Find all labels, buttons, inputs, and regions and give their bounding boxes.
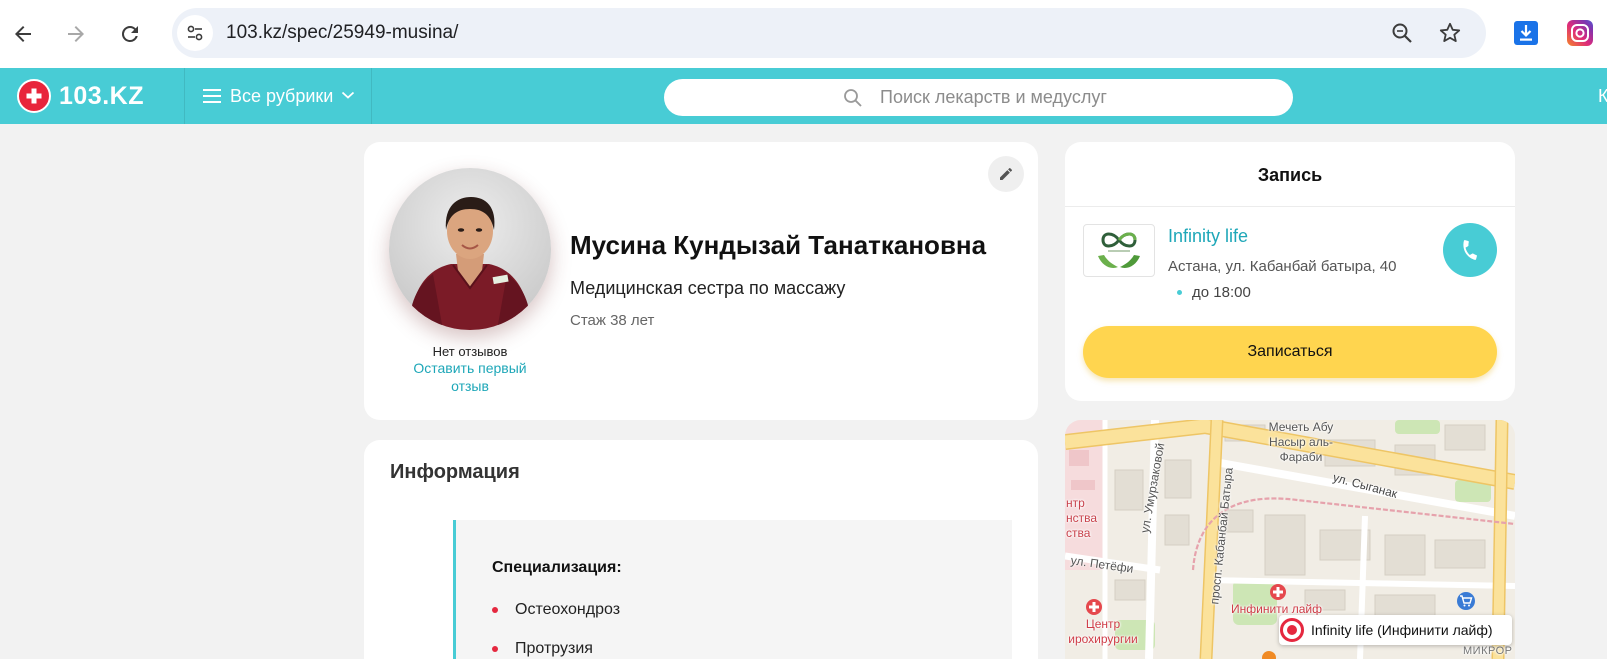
logo-text[interactable]: 103.KZ xyxy=(59,81,144,111)
clinic-logo[interactable] xyxy=(1083,224,1155,277)
list-bullet xyxy=(492,607,498,613)
download-icon[interactable] xyxy=(1514,21,1538,45)
poi-label-line: нтр xyxy=(1066,496,1085,510)
specialization-item: Протрузия xyxy=(515,640,593,657)
info-card: Информация Специализация: Остеохондроз П… xyxy=(364,440,1038,659)
search-placeholder: Поиск лекарств и медуслуг xyxy=(880,87,1107,107)
store-poi-icon[interactable] xyxy=(1457,592,1475,610)
phone-icon xyxy=(1463,240,1477,260)
logo-cross-icon[interactable] xyxy=(17,79,51,113)
site-settings-icon xyxy=(187,25,203,41)
site-settings-button[interactable] xyxy=(177,15,213,51)
chevron-down-icon xyxy=(341,91,355,99)
poi-label-center[interactable]: Центр ирохирургии xyxy=(1065,617,1141,647)
zoom-icon[interactable] xyxy=(1391,22,1413,44)
doctor-experience: Стаж 38 лет xyxy=(570,312,655,329)
booking-divider xyxy=(1065,206,1515,207)
cross-icon xyxy=(26,88,42,104)
poi-label-line: ства xyxy=(1066,526,1091,540)
forward-arrow-icon[interactable] xyxy=(64,22,88,46)
mosque-label-line: Фараби xyxy=(1279,450,1323,464)
clinic-logo-image xyxy=(1098,232,1140,268)
url-text[interactable]: 103.kz/spec/25949-musina/ xyxy=(226,8,458,58)
reload-icon[interactable] xyxy=(118,22,142,46)
star-icon[interactable] xyxy=(1438,21,1462,45)
map-marker-label: Infinity life (Инфинити лайф) xyxy=(1311,622,1493,638)
hospital-poi-icon[interactable] xyxy=(1270,584,1286,600)
map-pin-icon xyxy=(1280,618,1304,642)
pencil-icon xyxy=(1000,167,1013,180)
hamburger-icon xyxy=(203,89,221,103)
doctor-position: Медицинская сестра по массажу xyxy=(570,278,846,298)
browser-toolbar: 103.kz/spec/25949-musina/ xyxy=(0,0,1607,68)
poi-label-line: нства xyxy=(1066,511,1098,525)
reviews-status: Нет отзывов xyxy=(432,344,508,359)
address-bar[interactable]: 103.kz/spec/25949-musina/ xyxy=(172,8,1486,58)
search-input[interactable]: Поиск лекарств и медуслуг xyxy=(664,79,1293,116)
leave-review-link[interactable]: Оставить первый отзыв xyxy=(400,359,540,395)
header-cut-link[interactable]: К xyxy=(1598,85,1607,107)
poi-label-cut-left[interactable]: нтр нства ства xyxy=(1066,496,1097,541)
clinic-name-link[interactable]: Infinity life xyxy=(1168,225,1248,247)
back-arrow-icon[interactable] xyxy=(11,22,35,46)
book-appointment-button[interactable]: Записаться xyxy=(1083,326,1497,378)
rubrics-menu-button[interactable]: Все рубрики xyxy=(196,68,370,124)
header-divider xyxy=(184,68,185,124)
hospital-poi-icon[interactable] xyxy=(1086,599,1102,615)
extension-icon[interactable] xyxy=(1567,20,1593,46)
list-bullet xyxy=(492,646,498,652)
mosque-label-line: Насыр аль- xyxy=(1269,435,1333,449)
clinic-address: Астана, ул. Кабанбай батыра, 40 xyxy=(1168,258,1397,275)
search-icon xyxy=(844,89,862,107)
doctor-photo-image xyxy=(389,168,551,330)
doctor-photo xyxy=(389,168,551,330)
header-divider xyxy=(371,68,372,124)
specialization-box: Специализация: Остеохондроз Протрузия xyxy=(453,520,1012,659)
clinic-map-marker[interactable]: Infinity life (Инфинити лайф) xyxy=(1279,615,1512,645)
site-header: 103.KZ Все рубрики Поиск лекарств и меду… xyxy=(0,68,1607,124)
clinic-hours: до 18:00 xyxy=(1192,284,1251,301)
doctor-profile-card: Мусина Кундызай Танаткановна Медицинская… xyxy=(364,142,1038,420)
doctor-name: Мусина Кундызай Танаткановна xyxy=(570,230,987,260)
info-title: Информация xyxy=(390,461,520,483)
open-status-dot xyxy=(1177,290,1182,295)
booking-card: Запись Infinity life Астана, ул. Кабанба… xyxy=(1065,142,1515,401)
specialization-title: Специализация: xyxy=(492,559,622,576)
poi-label-line: ирохирургии xyxy=(1068,632,1138,646)
call-button[interactable] xyxy=(1443,223,1497,277)
mosque-label[interactable]: Мечеть Абу Насыр аль- Фараби xyxy=(1261,420,1341,465)
poi-label-line: Центр xyxy=(1085,617,1121,631)
rubrics-label: Все рубрики xyxy=(230,86,334,106)
specialization-item: Остеохондроз xyxy=(515,601,621,618)
booking-title: Запись xyxy=(1257,165,1323,185)
district-label-cut: МИКРОР xyxy=(1463,645,1513,657)
mosque-label-line: Мечеть Абу xyxy=(1268,420,1334,434)
clinic-map[interactable]: Мечеть Абу Насыр аль- Фараби ул. Сыганак… xyxy=(1065,420,1515,659)
edit-button[interactable] xyxy=(988,156,1024,192)
